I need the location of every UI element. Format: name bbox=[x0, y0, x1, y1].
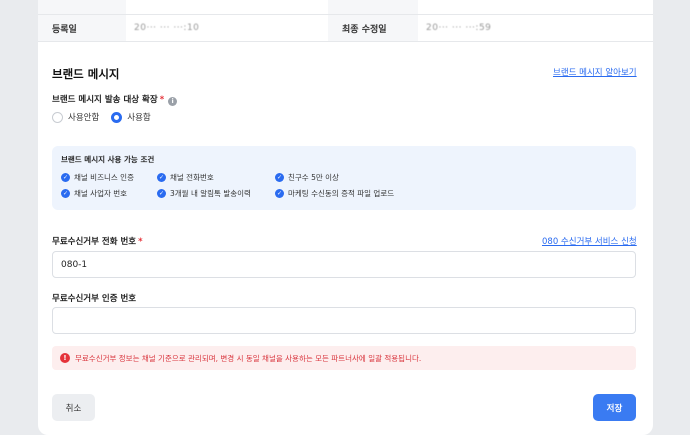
warning-alert: ! 무료수신거부 정보는 채널 기준으로 관리되며, 변경 시 동일 채널을 사… bbox=[52, 346, 636, 370]
check-icon: ✓ bbox=[61, 189, 70, 198]
condition-item: ✓ 3개월 내 알림톡 발송이력 bbox=[157, 189, 251, 198]
table-row bbox=[38, 0, 653, 15]
condition-item: ✓ 채널 사업자 번호 bbox=[61, 189, 128, 198]
optout-service-link[interactable]: 080 수신거부 서비스 신청 bbox=[542, 235, 637, 247]
condition-item: ✓ 채널 비즈니스 인증 bbox=[61, 173, 134, 182]
registered-label: 등록일 bbox=[38, 15, 126, 41]
optout-phone-input[interactable]: 080-1 bbox=[52, 251, 636, 278]
info-icon[interactable]: i bbox=[168, 97, 178, 106]
required-mark: * bbox=[138, 237, 143, 247]
condition-item: ✓ 친구수 5만 이상 bbox=[275, 173, 339, 182]
section-title: 브랜드 메시지 bbox=[52, 67, 120, 81]
table-header-cell bbox=[328, 0, 418, 14]
settings-card: 등록일 20··· ··· ···:10 최종 수정일 20··· ··· ··… bbox=[38, 0, 653, 435]
conditions-box: 브랜드 메시지 사용 가능 조건 ✓ 채널 비즈니스 인증 ✓ 채널 전화번호 ✓ 친… bbox=[52, 146, 636, 210]
radio-circle-selected[interactable] bbox=[111, 111, 123, 123]
check-icon: ✓ bbox=[61, 173, 70, 182]
cancel-button[interactable]: 취소 bbox=[52, 394, 95, 421]
check-icon: ✓ bbox=[157, 189, 166, 198]
condition-item: ✓ 마케팅 수신동의 증적 파일 업로드 bbox=[275, 189, 395, 198]
expand-radio-group: 사용안함 사용함 bbox=[52, 111, 163, 123]
expand-field-label: 브랜드 메시지 발송 대상 확장 * i bbox=[52, 93, 178, 106]
optout-phone-label: 무료수신거부 전화 번호 * bbox=[52, 237, 143, 247]
modified-value: 20··· ··· ···:59 bbox=[426, 23, 492, 33]
check-icon: ✓ bbox=[157, 173, 166, 182]
table-row: 등록일 20··· ··· ···:10 최종 수정일 20··· ··· ··… bbox=[38, 15, 653, 42]
condition-item: ✓ 채널 전화번호 bbox=[157, 173, 214, 182]
registered-value: 20··· ··· ···:10 bbox=[134, 23, 200, 33]
required-mark: * bbox=[159, 95, 165, 105]
optout-auth-input[interactable] bbox=[52, 307, 636, 334]
check-icon: ✓ bbox=[275, 189, 284, 198]
alert-text: 무료수신거부 정보는 채널 기준으로 관리되며, 변경 시 동일 채널을 사용하… bbox=[75, 353, 422, 363]
check-icon: ✓ bbox=[275, 173, 284, 182]
info-table: 등록일 20··· ··· ···:10 최종 수정일 20··· ··· ··… bbox=[38, 0, 653, 42]
warning-icon: ! bbox=[60, 353, 70, 363]
conditions-title: 브랜드 메시지 사용 가능 조건 bbox=[61, 155, 155, 164]
modified-label: 최종 수정일 bbox=[328, 15, 418, 41]
save-button[interactable]: 저장 bbox=[593, 394, 636, 421]
radio-option-off[interactable]: 사용안함 bbox=[52, 111, 99, 123]
radio-circle[interactable] bbox=[52, 111, 63, 123]
table-header-cell bbox=[38, 0, 126, 14]
optout-auth-label: 무료수신거부 인증 번호 bbox=[52, 294, 137, 304]
brand-message-learn-more-link[interactable]: 브랜드 메시지 알아보기 bbox=[553, 66, 637, 78]
radio-option-on[interactable]: 사용함 bbox=[111, 111, 151, 123]
